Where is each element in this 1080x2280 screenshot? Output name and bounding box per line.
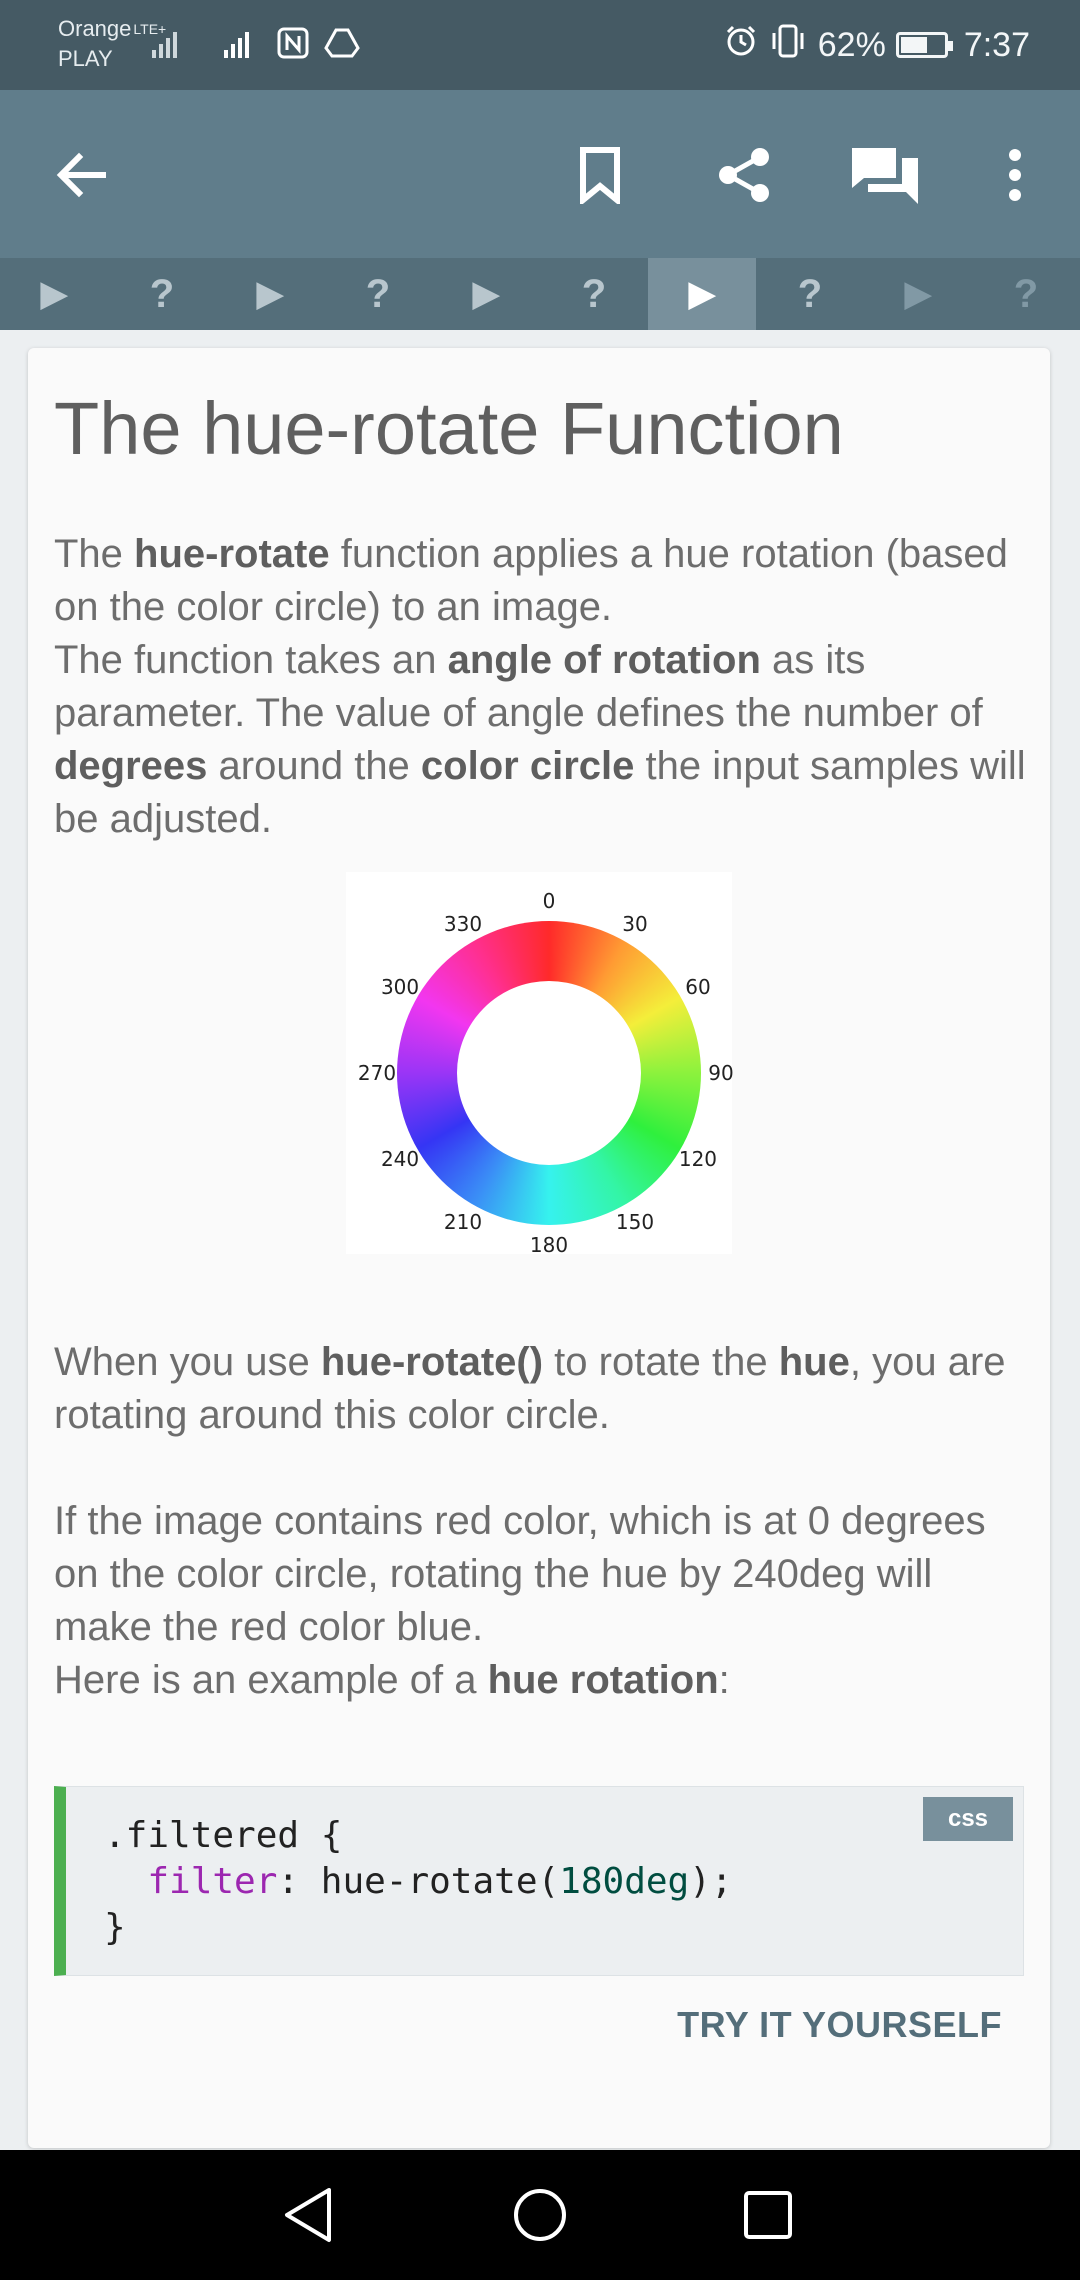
drive-icon (324, 26, 360, 65)
step-quiz-5[interactable]: ? (540, 258, 648, 330)
play-icon: ▶ (256, 275, 284, 313)
question-icon: ? (581, 271, 607, 316)
code-block: .filtered { filter: hue-rotate(180deg); … (54, 1786, 1024, 1976)
play-icon: ▶ (40, 275, 68, 313)
text: to rotate the (543, 1340, 779, 1384)
play-icon: ▶ (472, 275, 500, 313)
code-line: } (104, 1907, 126, 1948)
chat-icon[interactable] (850, 140, 920, 210)
status-icons-right: 62% 7:37 (724, 22, 1030, 68)
lesson-card: The hue-rotate Function The hue-rotate f… (28, 348, 1050, 2148)
step-lesson-4[interactable]: ▶ (432, 258, 540, 330)
more-vert-icon[interactable] (980, 140, 1050, 210)
bold-text: hue-rotate (134, 532, 330, 576)
battery-icon (895, 32, 953, 58)
play-icon: ▶ (688, 275, 716, 313)
lesson-progress-bar: ▶? ▶? ▶? ▶? ▶? (0, 258, 1080, 330)
nav-back-icon[interactable] (273, 2180, 343, 2250)
degree-label: 180 (529, 1233, 569, 1257)
code-punct: ); (689, 1861, 733, 1902)
signal-icon (150, 26, 208, 65)
degree-label: 330 (443, 912, 483, 937)
bold-text: degrees (54, 744, 208, 788)
step-lesson-0[interactable]: ▶ (0, 258, 108, 330)
try-it-yourself-button[interactable]: TRY IT YOURSELF (677, 2004, 1002, 2046)
question-icon: ? (1013, 271, 1039, 316)
code-line: .filtered { (104, 1815, 343, 1856)
app-bar (0, 90, 1080, 258)
intro-paragraph: The hue-rotate function applies a hue ro… (54, 528, 1034, 846)
nav-recents-icon[interactable] (733, 2180, 803, 2250)
code-snippet: .filtered { filter: hue-rotate(180deg); … (104, 1813, 733, 1951)
bold-text: hue rotation (487, 1658, 719, 1702)
battery-percent: 62% (817, 25, 886, 64)
code-value: 180deg (559, 1861, 690, 1902)
code-punct: : (277, 1861, 321, 1902)
bold-text: hue (778, 1340, 850, 1384)
nav-home-icon[interactable] (505, 2180, 575, 2250)
status-bar: Orange LTE+ PLAY 62% 7:37 (0, 0, 1080, 90)
vibrate-icon (768, 23, 808, 68)
code-language-badge: css (923, 1797, 1013, 1841)
degree-label: 240 (380, 1147, 420, 1171)
degree-label: 270 (357, 1061, 397, 1085)
question-icon: ? (797, 271, 823, 316)
bold-text: hue-rotate() (320, 1340, 544, 1384)
degree-label: 210 (443, 1209, 483, 1234)
step-quiz-7[interactable]: ? (756, 258, 864, 330)
code-function: hue-rotate( (320, 1861, 560, 1902)
back-arrow-icon[interactable] (46, 140, 116, 210)
nfc-icon (276, 26, 310, 65)
play-icon: ▶ (904, 275, 932, 313)
degree-label: 120 (678, 1147, 718, 1171)
bookmark-icon[interactable] (565, 140, 635, 210)
degree-label: 30 (622, 912, 648, 937)
text: The function takes an (54, 638, 448, 682)
step-lesson-8[interactable]: ▶ (864, 258, 972, 330)
question-icon: ? (149, 271, 175, 316)
degree-label: 300 (380, 975, 420, 999)
text: The (54, 532, 135, 576)
degree-label: 60 (685, 975, 711, 999)
carrier-name-2: PLAY (58, 46, 113, 71)
battery-level-fill (900, 37, 927, 53)
bold-text: color circle (420, 744, 635, 788)
text: Here is an example of a (54, 1658, 488, 1702)
clock: 7:37 (963, 25, 1030, 64)
color-wheel-center (457, 981, 641, 1165)
degree-label: 0 (542, 889, 556, 913)
share-icon[interactable] (709, 140, 779, 210)
page-title: The hue-rotate Function (54, 387, 844, 470)
question-icon: ? (365, 271, 391, 316)
status-icons-left (150, 26, 360, 64)
step-quiz-9[interactable]: ? (972, 258, 1080, 330)
degree-label: 90 (708, 1061, 734, 1085)
step-quiz-3[interactable]: ? (324, 258, 432, 330)
step-lesson-6[interactable]: ▶ (648, 258, 756, 330)
signal-icon (222, 26, 262, 65)
color-wheel (397, 921, 701, 1225)
bold-text: angle of rotation (447, 638, 761, 682)
system-nav-bar (0, 2150, 1080, 2280)
degree-label: 150 (615, 1209, 655, 1234)
step-quiz-1[interactable]: ? (108, 258, 216, 330)
paragraph-hue-rotate: When you use hue-rotate() to rotate the … (54, 1336, 1034, 1442)
alarm-icon (724, 24, 758, 67)
text: When you use (54, 1340, 321, 1384)
paragraph-red-example: If the image contains red color, which i… (54, 1499, 986, 1649)
text: around the (207, 744, 421, 788)
step-lesson-2[interactable]: ▶ (216, 258, 324, 330)
code-property: filter (147, 1861, 278, 1902)
text: : (718, 1658, 730, 1702)
color-wheel-image: 0 30 60 90 120 150 180 210 240 270 300 330 (346, 872, 734, 1257)
carrier-name: Orange (58, 16, 132, 41)
paragraph-example-intro: Here is an example of a hue rotation: (54, 1654, 1034, 1707)
